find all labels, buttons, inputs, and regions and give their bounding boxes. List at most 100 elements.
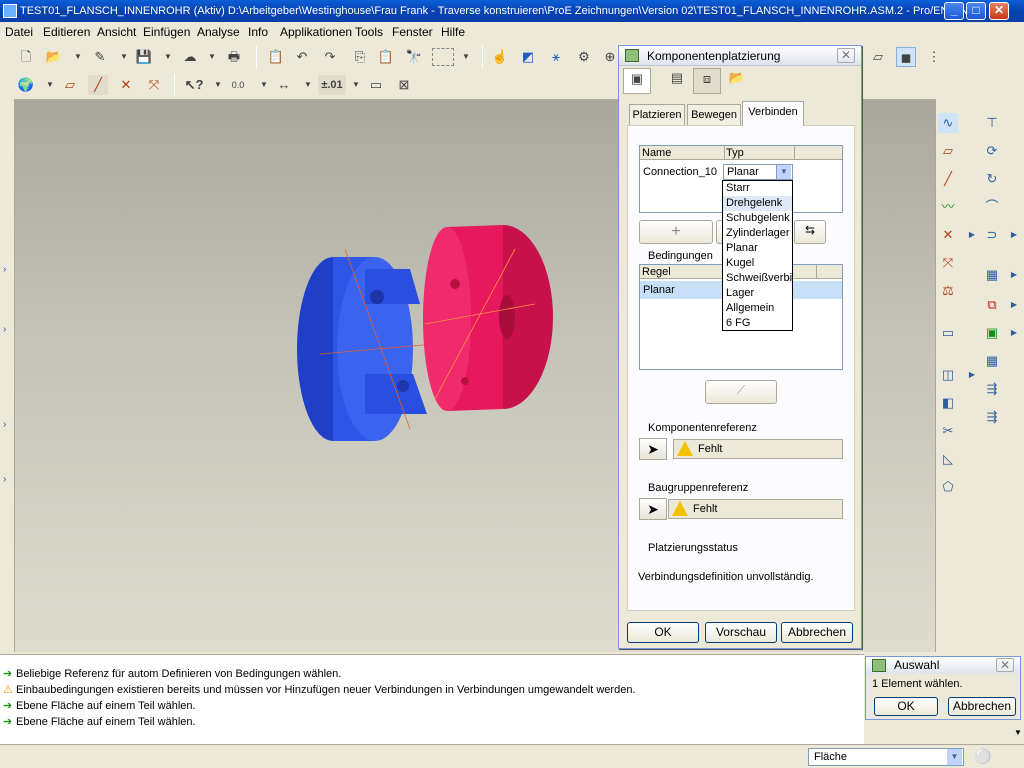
option-allgemein[interactable]: Allgemein: [723, 301, 792, 316]
coordinate-system-icon[interactable]: ⤧: [144, 75, 164, 95]
shaded-view-icon[interactable]: ◼: [896, 47, 916, 67]
point-icon[interactable]: ✕: [938, 225, 958, 245]
expand-arrow-icon[interactable]: ▶: [962, 365, 982, 385]
expand-arrow-icon[interactable]: ›: [3, 264, 6, 275]
extrude-icon[interactable]: ⊤: [982, 113, 1002, 133]
scroll-down-icon[interactable]: ▼: [1014, 728, 1022, 737]
cancel-button[interactable]: Abbrechen: [781, 622, 853, 643]
option-drehgelenk[interactable]: Drehgelenk: [723, 196, 792, 211]
copy-feature-icon[interactable]: ⇶: [982, 407, 1002, 427]
menu-info[interactable]: Info: [248, 25, 268, 39]
menu-einfuegen[interactable]: Einfügen: [143, 25, 190, 39]
option-zylinderlager[interactable]: Zylinderlager: [723, 226, 792, 241]
expand-arrow-icon[interactable]: ›: [3, 324, 6, 335]
new-file-icon[interactable]: 🗋: [16, 47, 36, 67]
plane-icon[interactable]: ▱: [938, 141, 958, 161]
zoom-icon[interactable]: ⊕: [600, 47, 620, 67]
connection-mode-icon[interactable]: ⧈: [693, 68, 721, 94]
chevron-down-icon[interactable]: ▼: [158, 47, 178, 67]
hole-icon[interactable]: ▭: [938, 323, 958, 343]
precision-icon[interactable]: 0.0: [228, 75, 248, 95]
close-button[interactable]: ✕: [989, 2, 1009, 20]
option-6fg[interactable]: 6 FG: [723, 316, 792, 331]
save-icon[interactable]: 💾: [134, 47, 154, 67]
select-box-icon[interactable]: [432, 48, 454, 66]
option-starr[interactable]: Starr: [723, 181, 792, 196]
component-ref-field[interactable]: Fehlt: [673, 439, 843, 459]
red-flange-part[interactable]: [423, 225, 553, 411]
grid-icon[interactable]: ▦: [982, 351, 1002, 371]
round-icon[interactable]: ◺: [938, 449, 958, 469]
menu-hilfe[interactable]: Hilfe: [441, 25, 465, 39]
expand-arrow-icon[interactable]: ▶: [1004, 225, 1024, 245]
analysis-icon[interactable]: ⚖: [938, 281, 958, 301]
chevron-down-icon[interactable]: ▼: [40, 75, 60, 95]
chevron-down-icon[interactable]: ▼: [114, 47, 134, 67]
blend-icon[interactable]: ⌒: [982, 197, 1002, 217]
chevron-down-icon[interactable]: ▼: [947, 749, 962, 765]
paste-icon[interactable]: 📋: [266, 47, 286, 67]
option-planar[interactable]: Planar: [723, 241, 792, 256]
chevron-down-icon[interactable]: ▼: [68, 47, 88, 67]
menu-editieren[interactable]: Editieren: [43, 25, 90, 39]
sketch-icon[interactable]: ◩: [518, 47, 538, 67]
datum-plane-icon[interactable]: ▱: [60, 75, 80, 95]
selection-cancel-button[interactable]: Abbrechen: [948, 697, 1016, 716]
tab-verbinden[interactable]: Verbinden: [742, 101, 804, 126]
globe-icon[interactable]: 🌍: [16, 75, 36, 95]
chevron-down-icon[interactable]: ▼: [456, 47, 476, 67]
select-component-ref-button[interactable]: ➤: [639, 438, 667, 460]
menu-applikationen[interactable]: Applikationen: [280, 25, 352, 39]
close-window-icon[interactable]: ⊠: [394, 75, 414, 95]
draft-icon[interactable]: ✂: [938, 421, 958, 441]
minimize-button[interactable]: _: [944, 2, 964, 20]
chevron-down-icon[interactable]: ▼: [208, 75, 228, 95]
open-folder-icon[interactable]: 📂: [44, 47, 64, 67]
datum-axis-icon[interactable]: ╱: [88, 75, 108, 95]
create-component-icon[interactable]: ▣: [982, 323, 1002, 343]
dimension-icon[interactable]: ↔: [274, 75, 294, 95]
option-schubgelenk[interactable]: Schubgelenk: [723, 211, 792, 226]
expand-arrow-icon[interactable]: ▶: [1004, 265, 1024, 285]
sketch-curve-icon[interactable]: ∿: [938, 113, 958, 133]
connection-name-cell[interactable]: Connection_10: [643, 166, 717, 178]
undo-icon[interactable]: ↶: [292, 47, 312, 67]
menu-datei[interactable]: Datei: [5, 25, 33, 39]
csys-icon[interactable]: ⤧: [938, 253, 958, 273]
menu-fenster[interactable]: Fenster: [392, 25, 433, 39]
option-kugel[interactable]: Kugel: [723, 256, 792, 271]
cloud-icon[interactable]: ☁: [180, 47, 200, 67]
tree-icon[interactable]: ⋮: [924, 47, 944, 67]
settings-icon[interactable]: ⚙: [574, 47, 594, 67]
connection-type-select[interactable]: Planar ▼: [723, 164, 793, 180]
traffic-light-icon[interactable]: ⚪: [974, 748, 991, 765]
chevron-down-icon[interactable]: ▼: [776, 165, 791, 179]
chevron-down-icon[interactable]: ▼: [298, 75, 318, 95]
mirror-icon[interactable]: ⊃: [982, 225, 1002, 245]
menu-ansicht[interactable]: Ansicht: [97, 25, 136, 39]
filter-select[interactable]: Fläche ▼: [808, 748, 964, 766]
select-assembly-ref-button[interactable]: ➤: [639, 498, 667, 520]
chevron-down-icon[interactable]: ▼: [346, 75, 366, 95]
pattern-icon[interactable]: ⇶: [982, 379, 1002, 399]
expand-arrow-icon[interactable]: ▶: [1004, 323, 1024, 343]
option-lager[interactable]: Lager: [723, 286, 792, 301]
option-schweissverbindung[interactable]: Schweißverbi: [723, 271, 792, 286]
find-icon[interactable]: 🔭: [404, 47, 424, 67]
maximize-button[interactable]: □: [966, 2, 986, 20]
regenerate-icon[interactable]: ✎: [90, 47, 110, 67]
tab-platzieren[interactable]: Platzieren: [629, 104, 685, 126]
assembly-window-icon[interactable]: ▤: [663, 68, 691, 94]
blue-flange-part[interactable]: [297, 248, 436, 441]
shell-icon[interactable]: ◫: [938, 365, 958, 385]
tolerance-icon[interactable]: ±.01: [318, 75, 346, 95]
show-component-window-icon[interactable]: ▣: [623, 68, 651, 94]
cube-wire-icon[interactable]: ▱: [868, 47, 888, 67]
curve-icon[interactable]: 〰: [938, 197, 958, 217]
menu-tools[interactable]: Tools: [355, 25, 383, 39]
assembly-ref-field[interactable]: Fehlt: [668, 499, 843, 519]
revolve-icon[interactable]: ⟳: [982, 141, 1002, 161]
flip-connection-button[interactable]: ⇆: [794, 220, 826, 244]
add-connection-button[interactable]: +: [639, 220, 713, 244]
selection-close-button[interactable]: ✕: [996, 658, 1014, 672]
